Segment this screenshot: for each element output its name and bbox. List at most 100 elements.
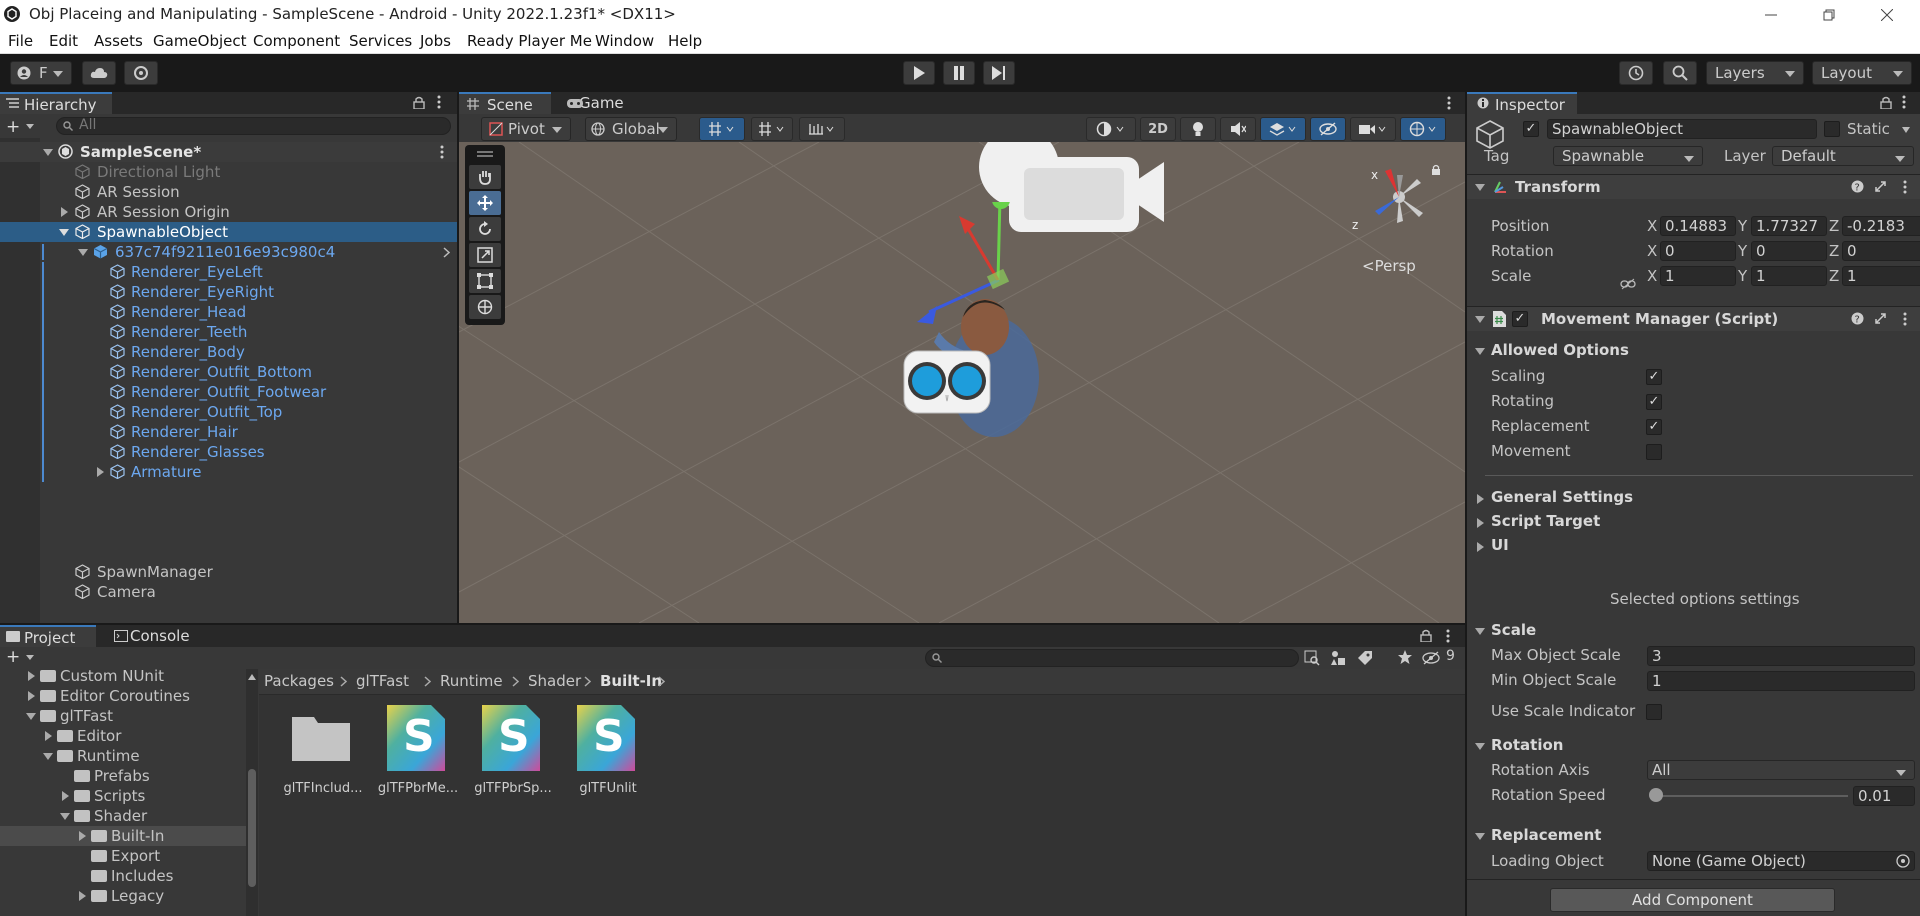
scale-tool-button[interactable] <box>469 243 501 267</box>
layers-dropdown[interactable]: Layers <box>1706 61 1804 85</box>
gizmo-lock-icon[interactable] <box>1431 164 1441 175</box>
foldout-arrow-icon[interactable] <box>1475 833 1485 840</box>
tab-game[interactable]: Game <box>551 92 631 114</box>
loading-object-field[interactable]: None (Game Object) <box>1647 851 1915 871</box>
hierarchy-search-input[interactable]: All <box>56 117 451 135</box>
collab-button[interactable] <box>124 61 158 85</box>
tree-row[interactable]: Editor Coroutines <box>0 686 246 706</box>
tree-row[interactable]: Runtime <box>0 746 246 766</box>
kebab-menu-icon[interactable] <box>440 145 444 159</box>
hierarchy-row[interactable]: Renderer_Outfit_Top <box>0 402 457 422</box>
help-icon[interactable]: ? <box>1851 312 1864 325</box>
expand-arrow-icon[interactable] <box>43 149 53 156</box>
breadcrumb-item[interactable]: Packages <box>264 672 334 690</box>
hierarchy-row[interactable]: Renderer_EyeLeft <box>0 262 457 282</box>
hierarchy-row[interactable]: 637c74f9211e016e93c980c4 <box>0 242 457 262</box>
position-x-field[interactable]: 0.14883 <box>1660 216 1736 236</box>
menu-file[interactable]: File <box>8 32 33 50</box>
shader-asset[interactable]: SglTFPbrSp... <box>468 703 552 803</box>
tree-row[interactable]: Scripts <box>0 786 246 806</box>
expand-arrow-icon[interactable] <box>45 731 52 741</box>
chevron-right-icon[interactable] <box>443 247 450 258</box>
foldout-arrow-icon[interactable] <box>1475 628 1485 635</box>
draw-mode-button[interactable] <box>1086 117 1136 141</box>
menu-gameobject[interactable]: GameObject <box>153 32 247 50</box>
tag-dropdown[interactable]: Spawnable <box>1553 146 1703 166</box>
kebab-menu-icon[interactable] <box>1903 312 1907 326</box>
increment-snap-button[interactable] <box>799 117 845 141</box>
breadcrumb-item[interactable]: Built-In <box>600 672 662 690</box>
effects-button[interactable] <box>1260 117 1306 141</box>
hidden-packages-icon[interactable] <box>1422 651 1440 665</box>
breadcrumb-item[interactable]: Shader <box>528 672 581 690</box>
expand-arrow-icon[interactable] <box>60 813 70 820</box>
shader-asset[interactable]: SglTFPbrMe... <box>373 703 458 803</box>
audio-button[interactable] <box>1220 117 1256 141</box>
tree-row[interactable]: Custom NUnit <box>0 669 246 686</box>
move-tool-button[interactable] <box>469 191 501 215</box>
rotation-speed-thumb[interactable] <box>1648 788 1663 802</box>
camera-settings-button[interactable] <box>1350 117 1396 141</box>
foldout-arrow-icon[interactable] <box>1475 184 1485 191</box>
close-button[interactable] <box>1858 0 1916 29</box>
option-checkbox[interactable] <box>1646 444 1662 460</box>
object-picker-icon[interactable] <box>1896 854 1910 868</box>
expand-arrow-icon[interactable] <box>97 467 104 477</box>
help-icon[interactable]: ? <box>1851 180 1864 193</box>
scale-y-field[interactable]: 1 <box>1751 266 1827 286</box>
hierarchy-row-scene[interactable]: SampleScene* <box>0 142 457 162</box>
foldout-arrow-icon[interactable] <box>1477 518 1484 528</box>
hierarchy-row[interactable]: Renderer_EyeRight <box>0 282 457 302</box>
tree-scrollbar-thumb[interactable] <box>248 769 256 887</box>
tree-row[interactable]: Legacy <box>0 886 246 906</box>
hierarchy-row[interactable]: Armature <box>0 462 457 482</box>
lighting-button[interactable] <box>1180 117 1216 141</box>
rect-tool-button[interactable] <box>469 269 501 293</box>
minimize-button[interactable] <box>1742 0 1800 29</box>
hierarchy-row[interactable]: Renderer_Hair <box>0 422 457 442</box>
foldout-label[interactable]: Script Target <box>1491 512 1600 530</box>
option-checkbox[interactable]: ✓ <box>1646 394 1662 410</box>
layout-dropdown[interactable]: Layout <box>1812 61 1912 85</box>
cloud-button[interactable] <box>82 61 116 85</box>
hierarchy-row[interactable]: Camera <box>0 582 457 602</box>
hand-tool-button[interactable] <box>469 165 501 189</box>
foldout-arrow-icon[interactable] <box>1477 494 1484 504</box>
foldout-arrow-icon[interactable] <box>1475 348 1485 355</box>
filter-by-type-icon[interactable] <box>1330 650 1346 666</box>
expand-arrow-icon[interactable] <box>78 249 88 256</box>
script-enabled-checkbox[interactable]: ✓ <box>1512 311 1528 327</box>
expand-arrow-icon[interactable] <box>79 891 86 901</box>
add-icon[interactable]: + <box>6 117 20 137</box>
favorite-star-icon[interactable] <box>1397 649 1413 665</box>
rotation-axis-dropdown[interactable]: All <box>1647 760 1915 780</box>
expand-arrow-icon[interactable] <box>59 229 69 236</box>
add-dropdown-icon[interactable] <box>26 655 34 660</box>
tree-row[interactable]: Built-In <box>0 826 246 846</box>
menu-ready-player-me[interactable]: Ready Player Me <box>467 32 592 50</box>
history-button[interactable] <box>1619 61 1653 85</box>
tree-row[interactable]: Export <box>0 846 246 866</box>
hierarchy-row[interactable]: Renderer_Glasses <box>0 442 457 462</box>
rotation-speed-track[interactable] <box>1652 795 1848 797</box>
option-checkbox[interactable]: ✓ <box>1646 419 1662 435</box>
menu-window[interactable]: Window <box>595 32 654 50</box>
max-object-scale-field[interactable]: 3 <box>1647 646 1915 666</box>
preset-icon[interactable] <box>1874 180 1887 193</box>
rotate-tool-button[interactable] <box>469 217 501 241</box>
menu-help[interactable]: Help <box>668 32 702 50</box>
add-icon[interactable]: + <box>6 647 20 667</box>
grid-visibility-button[interactable] <box>751 117 793 141</box>
lock-icon[interactable] <box>1420 629 1432 642</box>
hierarchy-row[interactable]: AR Session <box>0 182 457 202</box>
hierarchy-row[interactable]: Renderer_Outfit_Bottom <box>0 362 457 382</box>
breadcrumb-item[interactable]: glTFast <box>356 672 409 690</box>
object-name-field[interactable]: SpawnableObject <box>1547 119 1817 139</box>
expand-arrow-icon[interactable] <box>28 691 35 701</box>
rotation-z-field[interactable]: 0 <box>1842 241 1920 261</box>
tree-row[interactable]: Includes <box>0 866 246 886</box>
transform-tool-button[interactable] <box>469 295 501 319</box>
add-component-button[interactable]: Add Component <box>1550 888 1835 912</box>
kebab-menu-icon[interactable] <box>437 95 441 109</box>
tree-row[interactable]: glTFast <box>0 706 246 726</box>
